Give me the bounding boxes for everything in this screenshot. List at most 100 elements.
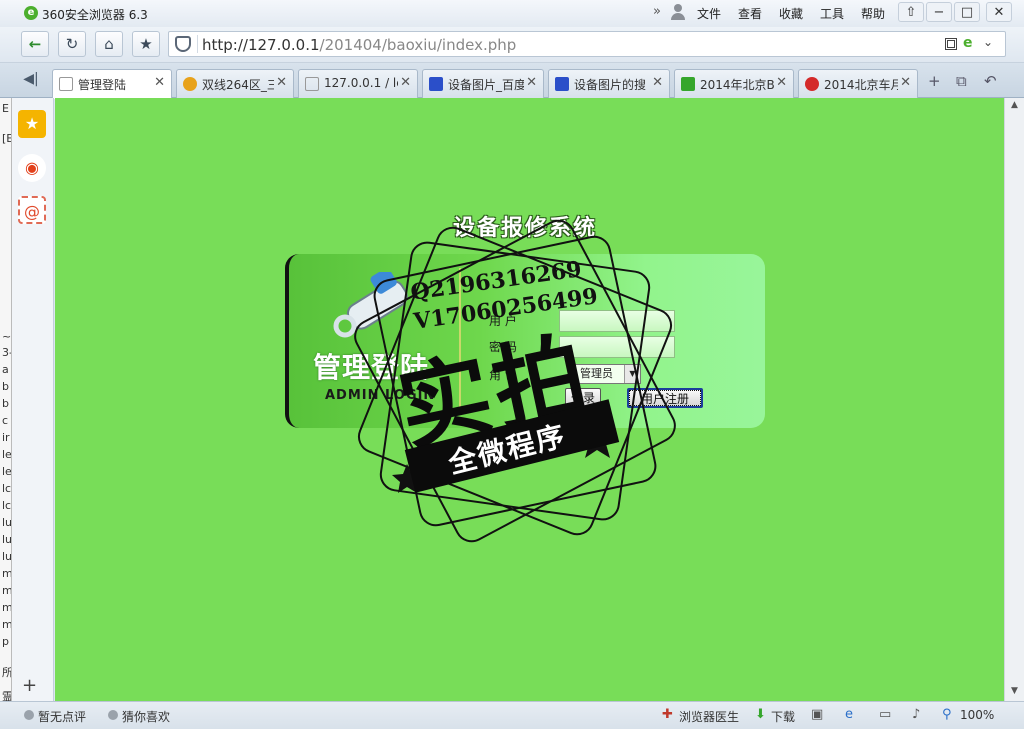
security-shield-icon[interactable] [175, 36, 191, 52]
window-icon[interactable]: ▭ [879, 707, 891, 722]
menu-expand-icon[interactable]: » [653, 4, 661, 19]
close-tab-icon[interactable]: ✕ [276, 75, 287, 90]
mail-icon[interactable]: @ [18, 196, 46, 224]
zoom-level[interactable]: 100% [960, 708, 994, 722]
browser-logo-icon: e [24, 6, 38, 20]
minimize-button[interactable]: − [926, 2, 952, 22]
volume-icon[interactable]: ♪ [912, 707, 920, 722]
bg-char: m [2, 584, 12, 597]
close-tab-icon[interactable]: ✕ [154, 75, 165, 90]
tab-baidu-images-2[interactable]: 设备图片的搜 ✕ [548, 69, 670, 98]
tab-localhost[interactable]: 127.0.0.1 / lc ✕ [298, 69, 418, 98]
restore-window-icon[interactable]: ⧉ [956, 72, 967, 90]
tab-admin-login[interactable]: 管理登陆 ✕ [52, 69, 172, 99]
address-bar[interactable]: http://127.0.0.1/201404/baoxiu/index.php… [168, 31, 1006, 57]
ie-icon[interactable]: e [845, 707, 853, 722]
bg-char: 3- [2, 346, 12, 359]
navigation-bar: ← ↻ ⌂ ★ http://127.0.0.1/201404/baoxiu/i… [0, 27, 1024, 63]
menu-view[interactable]: 查看 [738, 5, 762, 22]
search-icon [681, 77, 695, 91]
baidu-paw-icon [555, 77, 569, 91]
menu-help[interactable]: 帮助 [861, 5, 885, 22]
tab-shuangxian[interactable]: 双线264区_三 ✕ [176, 69, 294, 98]
bg-char: 所 [2, 666, 12, 679]
undo-close-icon[interactable]: ↶ [984, 72, 997, 90]
title-bar: e 360安全浏览器 6.3 » 文件 查看 收藏 工具 帮助 ⇧ − □ ✕ [0, 0, 1024, 27]
vertical-scrollbar[interactable]: ▲ ▼ [1004, 98, 1024, 701]
baidu-paw-icon [429, 77, 443, 91]
bg-char: c [2, 414, 9, 427]
menu-tools[interactable]: 工具 [820, 5, 844, 22]
back-button[interactable]: ← [21, 31, 49, 57]
new-tab-icon[interactable]: + [928, 72, 941, 90]
user-account-icon[interactable] [671, 4, 685, 20]
scroll-up-icon[interactable]: ▲ [1011, 100, 1018, 110]
browser-window: e 360安全浏览器 6.3 » 文件 查看 收藏 工具 帮助 ⇧ − □ ✕ … [0, 0, 1024, 729]
tab-label: 管理登陆 [78, 78, 127, 92]
weibo-icon[interactable]: ◉ [18, 154, 46, 182]
sidebar-add-button[interactable]: + [22, 675, 37, 696]
pin-window-button[interactable]: ⇧ [898, 2, 924, 22]
no-review-link[interactable]: 暂无点评 [38, 708, 86, 725]
weibo-favicon-icon [805, 77, 819, 91]
tab-label: 设备图片_百度 [448, 78, 524, 92]
tab-label: 2014年北京B [700, 78, 774, 92]
bg-char: E [2, 102, 9, 115]
qr-code-icon[interactable] [945, 38, 957, 50]
sidebar-toggle-icon[interactable]: ◀| [16, 71, 46, 91]
bg-char: lu [2, 533, 12, 546]
bookmark-star-button[interactable]: ★ [132, 31, 160, 57]
scroll-down-icon[interactable]: ▼ [1011, 686, 1018, 696]
menu-file[interactable]: 文件 [697, 5, 721, 22]
close-tab-icon[interactable]: ✕ [400, 75, 411, 90]
bg-char: lu [2, 550, 12, 563]
browser-engine-icon[interactable]: e [963, 35, 973, 51]
close-button[interactable]: ✕ [986, 2, 1012, 22]
address-separator [197, 35, 198, 53]
maximize-button[interactable]: □ [954, 2, 980, 22]
favorites-star-icon[interactable]: ★ [18, 110, 46, 138]
url-path: /201404/baoxiu/index.php [319, 36, 517, 54]
tab-beijing-search[interactable]: 2014年北京B ✕ [674, 69, 794, 98]
bg-char: lc [2, 499, 12, 512]
bg-char: le [2, 448, 12, 461]
bg-char: a [2, 363, 9, 376]
home-button[interactable]: ⌂ [95, 31, 123, 57]
bg-char: 霊 [2, 690, 12, 701]
window-title: 360安全浏览器 6.3 [42, 8, 148, 22]
download-icon[interactable]: ⬇ [755, 707, 766, 722]
bg-char: ir [2, 431, 10, 444]
download-link[interactable]: 下载 [771, 708, 795, 725]
browser-doctor-link[interactable]: 浏览器医生 [679, 708, 739, 725]
url-text[interactable]: http://127.0.0.1/201404/baoxiu/index.php [202, 36, 516, 54]
menu-favorites[interactable]: 收藏 [779, 5, 803, 22]
chat-icon[interactable]: ▣ [811, 707, 823, 722]
close-tab-icon[interactable]: ✕ [526, 75, 537, 90]
browser-doctor-icon[interactable]: ✚ [662, 707, 673, 722]
refresh-button[interactable]: ↻ [58, 31, 86, 57]
tab-beijing-cars[interactable]: 2014北京车月 ✕ [798, 69, 918, 98]
watermark-stamp: Q2196316269 V17060256499 实拍 全微程序 [335, 206, 695, 566]
close-tab-icon[interactable]: ✕ [900, 75, 911, 90]
tab-baidu-images-1[interactable]: 设备图片_百度 ✕ [422, 69, 544, 98]
bg-char: lc [2, 482, 12, 495]
background-window: E [E ~ 3- a b b c ir le le lc lc lu lu l… [0, 98, 12, 701]
close-tab-icon[interactable]: ✕ [776, 75, 787, 90]
browser-sidebar: ★ ◉ @ + [12, 98, 54, 701]
page-favicon-icon [59, 77, 73, 91]
comment-icon [24, 710, 34, 720]
bg-char: lu [2, 516, 12, 529]
guess-you-like-link[interactable]: 猜你喜欢 [122, 708, 170, 725]
page-viewport: 设备报修系统 管理登陆 ADMIN LOGIN 用 户 密 码 角 色 管理员 … [55, 98, 1004, 701]
tab-bar: ◀| 管理登陆 ✕ 双线264区_三 ✕ 127.0.0.1 / lc ✕ 设备… [0, 63, 1024, 99]
tab-label: 双线264区_三 [202, 78, 274, 92]
bg-char: p [2, 635, 9, 648]
tab-label: 设备图片的搜 [574, 78, 647, 92]
bg-char: b [2, 380, 9, 393]
zoom-icon[interactable]: ⚲ [942, 707, 952, 722]
tab-label: 127.0.0.1 / lc [324, 76, 398, 90]
chevron-down-icon[interactable]: ⌄ [983, 35, 993, 49]
bg-char: m [2, 567, 12, 580]
close-tab-icon[interactable]: ✕ [652, 75, 663, 90]
bg-char: m [2, 601, 12, 614]
